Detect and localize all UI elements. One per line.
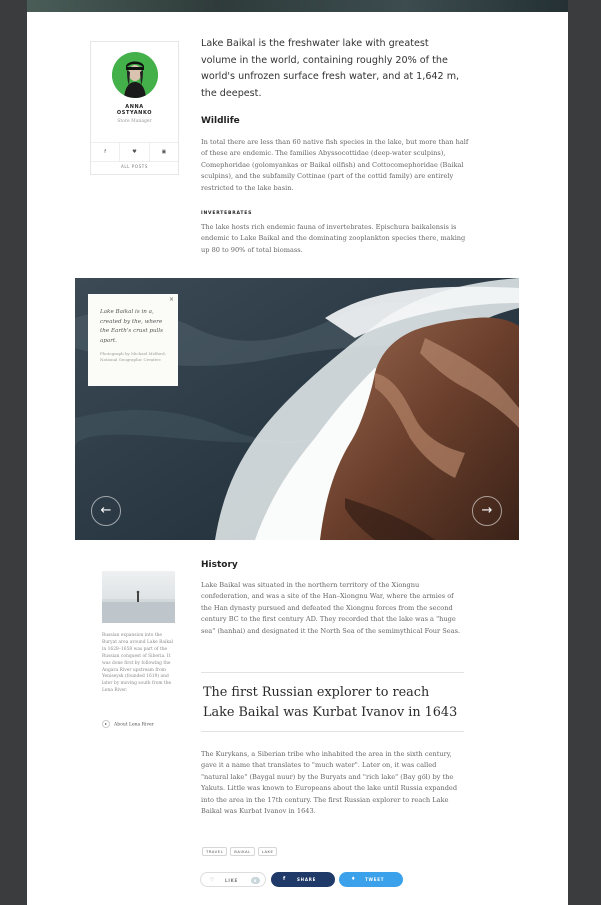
heart-icon: ♡ — [210, 877, 216, 883]
article-page: ANNA OSTYANKO Store Manager f ♥ ▣ ALL PO… — [27, 0, 568, 905]
facebook-icon[interactable]: f — [91, 143, 119, 161]
play-icon: ▸ — [102, 720, 110, 728]
history-body: Lake Baikal was situated in the northern… — [201, 581, 461, 635]
close-icon[interactable]: × — [169, 296, 174, 303]
lead-paragraph: Lake Baikal is the freshwater lake with … — [201, 38, 460, 99]
history-heading: History — [201, 560, 238, 570]
like-count: 8 — [251, 877, 260, 884]
facebook-icon: f — [283, 876, 286, 882]
all-posts-link[interactable]: ALL POSTS — [91, 164, 178, 169]
sidebar-photo — [102, 571, 175, 623]
twitter-icon[interactable]: ♥ — [119, 143, 148, 161]
author-card: ANNA OSTYANKO Store Manager f ♥ ▣ ALL PO… — [90, 41, 179, 175]
sidebar-link-label: About Lena River — [114, 722, 154, 728]
twitter-icon: ♦ — [351, 876, 357, 882]
share-label: SHARE — [297, 877, 317, 882]
like-button[interactable]: ♡ LIKE 8 — [200, 872, 266, 887]
tag[interactable]: BAIKAL — [230, 847, 255, 856]
like-label: LIKE — [225, 878, 239, 883]
divider — [201, 672, 464, 673]
invertebrates-body: The lake hosts rich endemic fauna of inv… — [201, 223, 466, 254]
hero-image-strip — [27, 0, 568, 12]
instagram-icon[interactable]: ▣ — [148, 143, 178, 161]
tag[interactable]: LAKE — [257, 847, 278, 856]
pull-quote: The first Russian explorer to reach Lake… — [203, 685, 458, 720]
tag-list: TRAVEL BAIKAL LAKE — [202, 847, 278, 856]
photo-credit: Photograph by Michael Melford, National … — [100, 351, 166, 362]
photo-caption-card: × Lake Baikal is in a, created by the, w… — [88, 294, 178, 386]
wildlife-heading: Wildlife — [201, 116, 240, 126]
photo-caption: Lake Baikal is in a, created by the, whe… — [100, 309, 164, 344]
tag[interactable]: TRAVEL — [202, 847, 228, 856]
prev-arrow-icon[interactable]: ← — [91, 496, 121, 526]
sidebar-link[interactable]: ▸ About Lena River — [102, 720, 192, 730]
author-social-links: f ♥ ▣ — [91, 142, 178, 162]
closing-paragraph: The Kurykans, a Siberian tribe who inhab… — [201, 750, 458, 816]
invertebrates-kicker: INVERTEBRATES — [201, 211, 253, 216]
tweet-button[interactable]: ♦ TWEET — [339, 872, 403, 887]
next-arrow-icon[interactable]: → — [472, 496, 502, 526]
author-role: Store Manager — [117, 119, 152, 124]
share-button[interactable]: f SHARE — [271, 872, 335, 887]
lake-photo: × Lake Baikal is in a, created by the, w… — [75, 278, 519, 540]
author-name: ANNA OSTYANKO — [116, 104, 153, 116]
divider — [201, 731, 464, 732]
avatar[interactable] — [112, 52, 158, 98]
wildlife-body: In total there are less than 60 native f… — [201, 138, 469, 192]
sidebar-note: Russian expansion into the Buryat area a… — [102, 633, 174, 694]
tweet-label: TWEET — [365, 877, 385, 882]
